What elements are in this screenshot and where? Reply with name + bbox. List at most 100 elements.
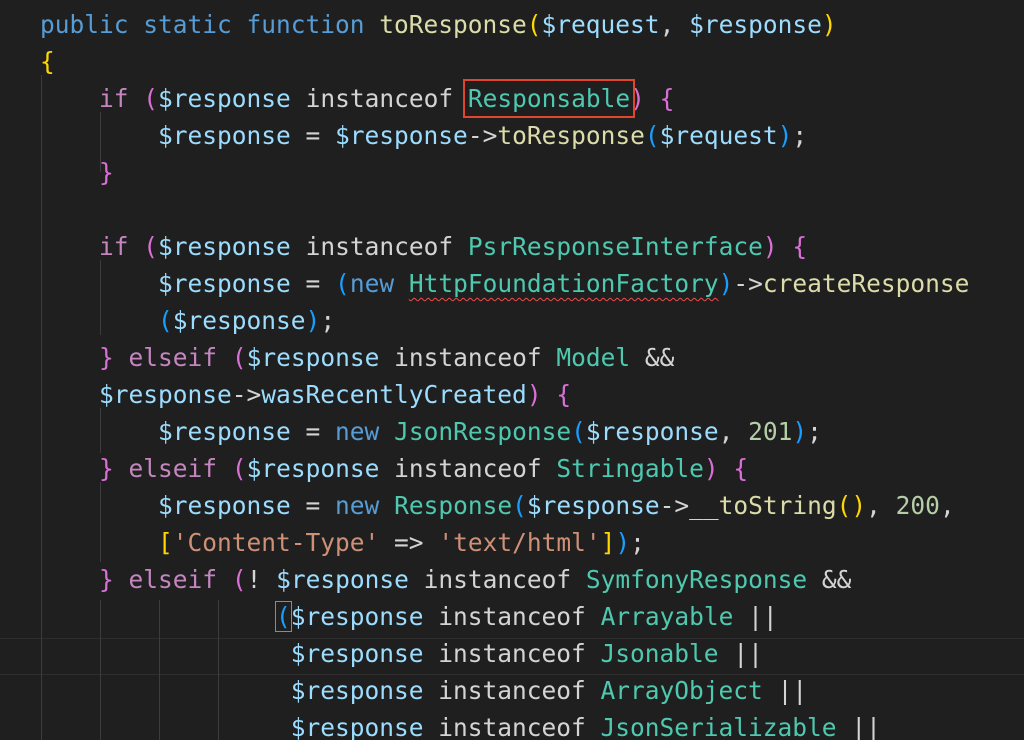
code-line[interactable]: } elseif ($response instanceof Stringabl… xyxy=(40,450,748,487)
code-token: } xyxy=(99,158,114,187)
code-token: 'text/html' xyxy=(438,528,601,557)
code-token: $response xyxy=(689,10,822,39)
code-token: || xyxy=(718,639,763,668)
code-token: instanceof xyxy=(423,602,601,631)
code-token: ) xyxy=(762,232,778,261)
code-token: ) xyxy=(305,306,321,335)
code-line[interactable]: ($response); xyxy=(40,302,335,339)
code-line[interactable]: if ($response instanceof Responsable) { xyxy=(40,79,674,118)
code-token: || xyxy=(762,676,808,705)
code-line[interactable]: $response instanceof Jsonable || xyxy=(40,635,763,672)
code-token: = xyxy=(290,121,336,150)
code-token: elseif xyxy=(128,565,232,594)
code-token: ) xyxy=(526,380,542,409)
code-line[interactable]: if ($response instanceof PsrResponseInte… xyxy=(40,228,807,265)
code-token: ) xyxy=(630,84,645,113)
code-token: $response xyxy=(158,232,291,261)
code-token: () xyxy=(836,491,867,520)
code-token: 200 xyxy=(895,491,940,520)
code-token: new xyxy=(349,269,409,298)
code-line[interactable]: $response = new JsonResponse($response, … xyxy=(40,413,822,450)
code-token: { xyxy=(792,232,808,261)
code-token: $response xyxy=(158,491,291,520)
code-line[interactable]: $response = new Response($response->__to… xyxy=(40,487,955,524)
code-line[interactable]: ['Content-Type' => 'text/html']); xyxy=(40,524,645,561)
code-token: $response xyxy=(158,121,291,150)
code-token: ( xyxy=(143,84,159,113)
code-token: Arrayable xyxy=(600,602,734,631)
code-token: || xyxy=(733,602,778,631)
code-line[interactable]: } elseif (! $response instanceof Symfony… xyxy=(40,561,851,598)
code-token: = xyxy=(290,417,336,446)
code-token: , xyxy=(939,491,955,520)
code-token: PsrResponseInterface xyxy=(467,232,763,261)
code-token: ) xyxy=(821,10,837,39)
code-token: $response xyxy=(335,121,468,150)
code-token: } xyxy=(99,454,114,483)
code-token: instanceof xyxy=(290,84,468,113)
code-line[interactable]: { xyxy=(40,43,55,80)
code-token: , xyxy=(718,417,749,446)
code-token: JsonSerializable xyxy=(600,713,837,740)
code-line[interactable]: } elseif ($response instanceof Model && xyxy=(40,339,674,376)
code-token: instanceof xyxy=(408,565,586,594)
code-editor[interactable]: public static function toResponse($reque… xyxy=(0,0,1024,740)
code-token: 'Content-Type' xyxy=(172,528,380,557)
code-line[interactable]: $response->wasRecentlyCreated) { xyxy=(40,376,571,413)
code-line[interactable]: $response instanceof ArrayObject || xyxy=(40,672,807,709)
code-token: $response xyxy=(585,417,719,446)
code-token: wasRecentlyCreated xyxy=(261,380,527,409)
code-token: $response xyxy=(246,343,380,372)
code-token: new xyxy=(335,491,395,520)
code-line[interactable]: $response = $response->toResponse($reque… xyxy=(40,117,807,154)
code-token: ( xyxy=(644,121,660,150)
code-token: ! xyxy=(246,565,277,594)
code-token: new xyxy=(335,417,395,446)
code-token: if xyxy=(99,84,144,113)
code-line[interactable]: public static function toResponse($reque… xyxy=(40,6,837,43)
code-token: ; xyxy=(807,417,822,446)
code-line[interactable]: $response instanceof JsonSerializable || xyxy=(40,709,881,740)
code-token: ( xyxy=(231,565,247,594)
code-token: $response xyxy=(246,454,380,483)
code-token: && xyxy=(630,343,675,372)
code-token: ) xyxy=(718,269,734,298)
code-token: toResponse xyxy=(379,10,527,39)
code-line[interactable]: $response = (new HttpFoundationFactory)-… xyxy=(40,265,969,302)
code-token: $response xyxy=(290,676,424,705)
code-token: ( xyxy=(335,269,350,298)
code-token: elseif xyxy=(128,454,232,483)
code-token: instanceof xyxy=(290,232,468,261)
code-token: public static function xyxy=(40,10,380,39)
code-token: $response xyxy=(290,639,424,668)
code-token: ) xyxy=(777,121,793,150)
code-token: instanceof xyxy=(423,639,601,668)
code-line[interactable]: } xyxy=(40,154,114,191)
code-token: } xyxy=(99,343,114,372)
code-token: ( xyxy=(231,343,247,372)
code-token: instanceof xyxy=(379,343,557,372)
code-token: $response xyxy=(158,269,291,298)
code-token: } xyxy=(99,565,114,594)
code-token: $response xyxy=(290,713,424,740)
code-token: ) xyxy=(703,454,719,483)
code-line[interactable]: ($response instanceof Arrayable || xyxy=(40,598,778,635)
code-token: ; xyxy=(792,121,808,150)
code-token: Stringable xyxy=(556,454,704,483)
bracket-match: ( xyxy=(275,601,292,632)
code-token: $request xyxy=(659,121,778,150)
code-token: $response xyxy=(158,84,291,113)
